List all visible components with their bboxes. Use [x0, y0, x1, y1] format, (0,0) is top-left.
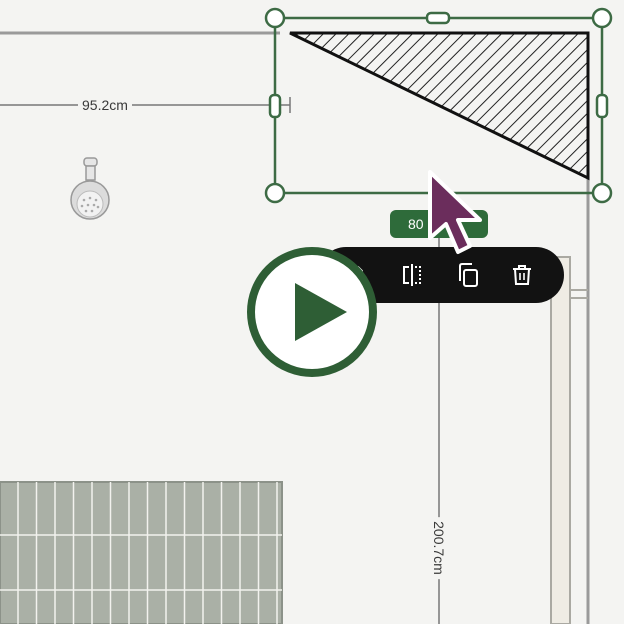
resize-handle-bottom-right[interactable] — [591, 182, 613, 204]
size-badge: 80 — [390, 210, 488, 238]
floor-tiles[interactable] — [0, 481, 283, 624]
door-frame[interactable] — [550, 256, 571, 624]
duplicate-icon — [459, 263, 478, 287]
flip-horizontal-icon — [403, 264, 421, 286]
duplicate-button[interactable] — [448, 255, 488, 295]
resize-handle-top-left[interactable] — [264, 7, 286, 29]
floor-plan-canvas[interactable]: 95.2cm 200.7cm 80 — [0, 0, 624, 624]
resize-handle-right[interactable] — [595, 93, 609, 119]
play-button[interactable] — [245, 245, 379, 379]
trash-icon — [513, 265, 531, 285]
resize-handle-top-right[interactable] — [591, 7, 613, 29]
play-icon — [247, 247, 377, 377]
resize-handle-bottom-left[interactable] — [264, 182, 286, 204]
flip-button[interactable] — [392, 255, 432, 295]
dimension-label-horizontal[interactable]: 95.2cm — [78, 97, 132, 113]
resize-handle-top[interactable] — [425, 11, 451, 25]
dimension-label-vertical[interactable]: 200.7cm — [431, 517, 447, 579]
resize-handle-left[interactable] — [268, 93, 282, 119]
hatched-triangle-shape[interactable] — [289, 31, 590, 181]
delete-button[interactable] — [502, 255, 542, 295]
shower-head-icon[interactable] — [70, 157, 110, 220]
